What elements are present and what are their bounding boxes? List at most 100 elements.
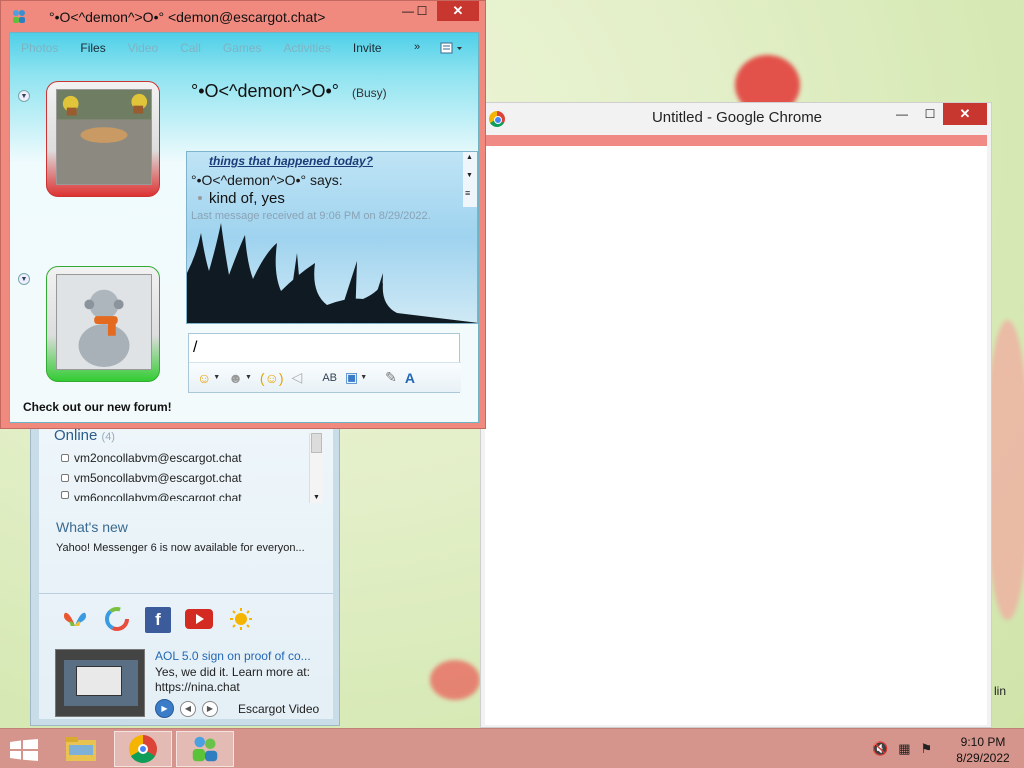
contact-list-window: Online (4) vm2oncollabvm@escargot.chat v… (30, 410, 340, 726)
forum-promo-link[interactable]: Check out our new forum! (23, 400, 172, 414)
tab-invite[interactable]: Invite (342, 41, 393, 55)
system-tray: 🔇 ▦ ⚑ (872, 741, 932, 757)
text-a-icon: A (404, 369, 416, 386)
previous-icon[interactable]: ◀ (180, 700, 196, 717)
last-message-info: Last message received at 9:06 PM on 8/29… (191, 210, 431, 222)
message-input[interactable] (193, 338, 455, 358)
font-button[interactable]: AB (318, 367, 341, 389)
scroll-up-icon[interactable]: ▲ (466, 154, 473, 161)
taskbar-messenger[interactable] (176, 731, 234, 767)
chrome-maximize-button[interactable]: ☐ (917, 103, 943, 125)
chrome-icon (129, 735, 157, 763)
play-icon[interactable]: ▶ (155, 699, 174, 718)
more-tabs-button[interactable]: » (414, 41, 420, 53)
video-thumbnail-dialog (76, 666, 122, 696)
contact-list-panel: Online (4) vm2oncollabvm@escargot.chat v… (39, 417, 333, 719)
online-label: Online (54, 427, 98, 444)
expand-chevron-icon[interactable]: ▼ (18, 90, 30, 102)
tab-photos[interactable]: Photos (10, 41, 69, 55)
tab-games[interactable]: Games (212, 41, 273, 55)
close-button[interactable]: ✕ (437, 1, 479, 21)
grass-background-image (187, 223, 477, 323)
compose-toolbar: ☺ ▼ ☻ ▼ (☺) ◁ AB ▣ ▼ ✎ A (189, 362, 461, 392)
speaker-icon: ◁ (291, 369, 303, 385)
contact-list-scrollbar[interactable]: ▼ (309, 433, 323, 503)
user-avatar-snowman (56, 274, 152, 370)
scroll-down-icon[interactable]: ▼ (313, 494, 320, 501)
desktop-edge-text: lin (994, 684, 1007, 698)
user-display-picture[interactable] (46, 266, 160, 382)
windows-start-icon[interactable] (10, 739, 38, 761)
contact-status: (Busy) (351, 86, 387, 100)
conversation-topic[interactable]: things that happened today? (209, 154, 373, 168)
list-item[interactable]: vm2oncollabvm@escargot.chat (61, 451, 242, 465)
emoticon-button[interactable]: ☺ ▼ (193, 367, 224, 389)
pen-icon: ✎ (385, 369, 397, 385)
handwriting-button[interactable]: ✎ (381, 367, 401, 389)
contact-name: °•O<^demon^>O•° (Busy) (191, 81, 387, 102)
wink-button[interactable]: ☻ ▼ (224, 367, 256, 389)
voice-clip-button[interactable]: ◁ (288, 367, 307, 389)
tab-files[interactable]: Files (69, 41, 116, 55)
contact-email: vm2oncollabvm@escargot.chat (74, 451, 242, 465)
action-center-icon[interactable]: ⚑ (920, 741, 932, 757)
message-bullet (198, 196, 202, 200)
video-source: Escargot Video (238, 701, 320, 716)
scroll-end-icon[interactable]: ≡ (465, 188, 470, 198)
chrome-minimize-button[interactable]: — (887, 103, 917, 125)
conversation-history[interactable]: things that happened today? °•O<^demon^>… (186, 151, 478, 324)
expand-chevron-icon[interactable]: ▼ (18, 273, 30, 285)
tab-activities[interactable]: Activities (273, 41, 342, 55)
youtube-icon[interactable] (185, 607, 213, 631)
whats-new-title: What's new (56, 519, 128, 535)
wallpaper-petal (430, 660, 480, 700)
contact-status-icon (61, 491, 69, 499)
background-button[interactable]: ▣ ▼ (341, 367, 371, 389)
message-sender: °•O<^demon^>O•° says: (191, 172, 343, 188)
chat-window-body: Photos Files Video Call Games Activities… (9, 32, 479, 423)
nudge-button[interactable]: (☺) (256, 367, 288, 389)
scrollbar-thumb[interactable] (311, 433, 322, 453)
dropdown-arrow-icon: ▼ (244, 374, 252, 381)
butterfly-icon[interactable] (61, 607, 89, 631)
maximize-button[interactable]: ☐ (410, 1, 434, 21)
clock-time: 9:10 PM (960, 735, 1006, 749)
online-group-header[interactable]: Online (4) (54, 427, 115, 444)
chrome-page-content[interactable] (485, 146, 987, 725)
contact-status-icon (61, 454, 69, 462)
c-logo-icon[interactable] (103, 607, 131, 631)
tab-video[interactable]: Video (117, 41, 169, 55)
chrome-window: Untitled - Google Chrome — ☐ ✕ (480, 102, 992, 728)
video-thumbnail[interactable] (55, 649, 145, 717)
scroll-down-icon[interactable]: ▼ (466, 172, 473, 179)
contact-email: vm5oncollabvm@escargot.chat (74, 471, 242, 485)
contact-status-icon (61, 474, 69, 482)
contact-email: vm6oncollabvm@escargot.chat (74, 491, 242, 501)
chrome-close-button[interactable]: ✕ (943, 103, 987, 125)
next-icon[interactable]: ▶ (202, 700, 218, 717)
sun-weather-icon[interactable] (227, 607, 255, 631)
video-title-link[interactable]: AOL 5.0 sign on proof of co... (155, 649, 311, 663)
whats-new-text[interactable]: Yahoo! Messenger 6 is now available for … (56, 542, 326, 554)
speaker-muted-icon[interactable]: 🔇 (872, 741, 888, 757)
taskbar-google-chrome[interactable] (114, 731, 172, 767)
conversation-scrollbar[interactable]: ▲ ▼ ≡ (463, 152, 477, 207)
nudge-icon: (☺) (259, 369, 284, 386)
folder-icon (66, 737, 96, 761)
messenger-people-icon (192, 736, 218, 762)
tab-call[interactable]: Call (169, 41, 212, 55)
online-count: (4) (101, 431, 115, 443)
taskbar-clock[interactable]: 9:10 PM 8/29/2022 (950, 734, 1016, 766)
video-desc-url: https://nina.chat (155, 680, 240, 694)
menu-dropdown-icon[interactable] (440, 41, 464, 55)
list-item[interactable]: vm6oncollabvm@escargot.chat (61, 491, 242, 501)
activity-tabs: Photos Files Video Call Games Activities… (10, 33, 480, 63)
taskbar-file-explorer[interactable] (52, 731, 110, 767)
list-item[interactable]: vm5oncollabvm@escargot.chat (61, 471, 242, 485)
network-icon[interactable]: ▦ (898, 741, 910, 757)
facebook-icon[interactable]: f (145, 607, 171, 633)
social-links: f (61, 607, 255, 633)
contact-display-picture[interactable] (46, 81, 160, 197)
text-mode-button[interactable]: A (401, 367, 419, 389)
video-desc-line: Yes, we did it. Learn more at: (155, 665, 310, 679)
